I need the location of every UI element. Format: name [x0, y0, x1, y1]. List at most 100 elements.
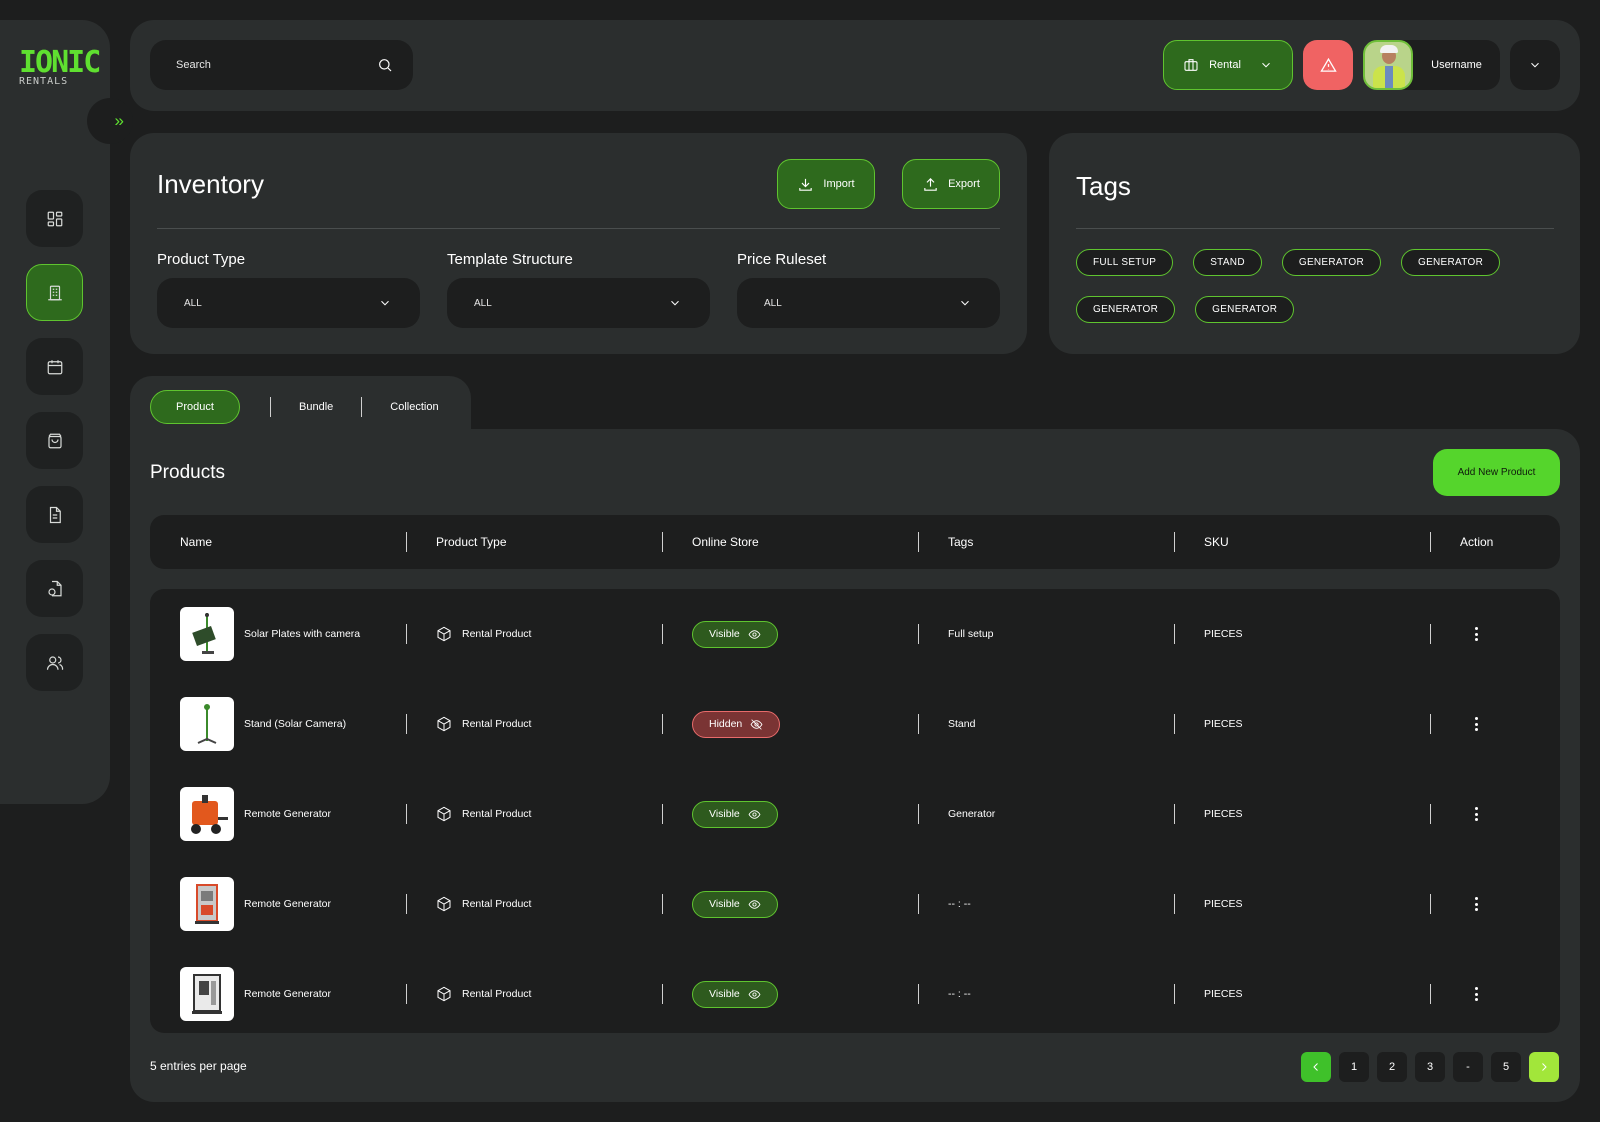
search-input[interactable] [176, 59, 356, 71]
column-header-name[interactable]: Name [180, 515, 212, 569]
column-divider [1430, 624, 1431, 644]
filter-label: Template Structure [447, 251, 573, 268]
more-options-icon[interactable] [1467, 715, 1485, 733]
action-cell [1467, 949, 1485, 1039]
page-button[interactable]: 1 [1339, 1052, 1369, 1082]
visibility-badge[interactable]: Visible [692, 620, 778, 648]
table-row[interactable]: Remote Generator Rental Product Visible … [150, 859, 1560, 949]
export-button[interactable]: Export [902, 159, 1000, 209]
user-profile[interactable]: Username [1363, 40, 1500, 90]
product-name[interactable]: Stand (Solar Camera) [244, 718, 346, 730]
column-divider [1174, 984, 1175, 1004]
filter-template-structure: Template Structure ALL [447, 251, 710, 328]
product-name[interactable]: Remote Generator [244, 988, 331, 1000]
next-page-button[interactable] [1529, 1052, 1559, 1082]
table-row[interactable]: Remote Generator Rental Product Visible … [150, 769, 1560, 859]
visibility-badge[interactable]: Visible [692, 800, 778, 828]
eye-icon [748, 989, 761, 999]
chevron-down-icon [1531, 62, 1539, 68]
user-menu-button[interactable] [1510, 40, 1560, 90]
tags-title: Tags [1076, 171, 1131, 201]
more-options-icon[interactable] [1467, 805, 1485, 823]
sidebar-item-orders[interactable] [26, 412, 83, 469]
brand-logo[interactable]: IONIC RENTALS [19, 48, 101, 88]
table-row[interactable]: Solar Plates with camera Rental Product … [150, 589, 1560, 679]
tag-chip[interactable]: GENERATOR [1281, 249, 1381, 276]
column-header-action: Action [1460, 535, 1494, 549]
add-new-product-button[interactable]: Add New Product [1433, 449, 1560, 496]
table-row[interactable]: Stand (Solar Camera) Rental Product Hidd… [150, 679, 1560, 769]
column-divider [406, 894, 407, 914]
table-row[interactable]: Remote Generator Rental Product Visible … [150, 949, 1560, 1039]
chevron-down-icon [671, 300, 679, 306]
more-options-icon[interactable] [1467, 625, 1485, 643]
page-button[interactable]: 5 [1491, 1052, 1521, 1082]
visibility-badge[interactable]: Visible [692, 980, 778, 1008]
sidebar-item-users[interactable] [26, 634, 83, 691]
column-divider [918, 624, 919, 644]
tag-chip[interactable]: FULL SETUP [1076, 249, 1174, 276]
column-header-product-type[interactable]: Product Type [436, 515, 507, 569]
action-cell [1467, 679, 1485, 769]
status-label: Visible [709, 628, 740, 640]
tag-chip[interactable]: GENERATOR [1076, 296, 1176, 323]
price-ruleset-select[interactable]: ALL [737, 278, 1000, 328]
filter-label: Product Type [157, 251, 246, 268]
page-button[interactable]: 3 [1415, 1052, 1445, 1082]
sidebar-item-dashboard[interactable] [26, 190, 83, 247]
product-type-select[interactable]: ALL [157, 278, 420, 328]
entries-per-page[interactable]: 5 entries per page [150, 1059, 247, 1073]
sidebar-toggle-button[interactable]: » [87, 98, 133, 144]
column-divider [406, 714, 407, 734]
more-options-icon[interactable] [1467, 895, 1485, 913]
name-cell: Stand (Solar Camera) [180, 679, 346, 769]
shopping-bag-icon [47, 433, 62, 448]
product-type: Rental Product [462, 718, 532, 730]
column-divider [662, 984, 663, 1004]
product-name[interactable]: Remote Generator [244, 898, 331, 910]
column-divider [1174, 532, 1175, 552]
more-options-icon[interactable] [1467, 985, 1485, 1003]
tab-bundle[interactable]: Bundle [299, 390, 333, 424]
previous-page-button[interactable] [1301, 1052, 1331, 1082]
product-name[interactable]: Solar Plates with camera [244, 628, 360, 640]
double-chevron-right-icon: » [114, 111, 124, 130]
column-divider [918, 984, 919, 1004]
products-title: Products [150, 462, 225, 483]
select-value: ALL [474, 297, 492, 309]
online-store-cell: Visible [692, 859, 778, 949]
tag-chip[interactable]: STAND [1193, 249, 1262, 276]
visibility-badge[interactable]: Hidden [692, 710, 781, 738]
page-ellipsis: - [1453, 1052, 1483, 1082]
table-body: Solar Plates with camera Rental Product … [150, 589, 1560, 1033]
product-name[interactable]: Remote Generator [244, 808, 331, 820]
visibility-badge[interactable]: Visible [692, 890, 778, 918]
column-divider [662, 714, 663, 734]
online-store-cell: Visible [692, 589, 778, 679]
sku-cell: PIECES [1204, 988, 1243, 1000]
column-header-tags[interactable]: Tags [948, 515, 973, 569]
alerts-button[interactable] [1303, 40, 1353, 90]
template-structure-select[interactable]: ALL [447, 278, 710, 328]
tag-chip[interactable]: GENERATOR [1400, 249, 1501, 276]
eye-off-icon [750, 718, 763, 730]
page-button[interactable]: 2 [1377, 1052, 1407, 1082]
inventory-panel: Inventory Import Export Product Type ALL… [130, 133, 1027, 354]
tab-product[interactable]: Product [150, 390, 240, 424]
column-divider [918, 894, 919, 914]
search-icon[interactable] [377, 57, 393, 73]
type-cell: Rental Product [436, 679, 531, 769]
sidebar-item-inventory[interactable] [26, 264, 83, 321]
tag-list: FULL SETUP STAND GENERATOR GENERATOR GEN… [1076, 249, 1546, 323]
sidebar-item-file-settings[interactable] [26, 560, 83, 617]
tag-chip[interactable]: GENERATOR [1195, 296, 1295, 323]
import-button[interactable]: Import [777, 159, 875, 209]
top-bar: Rental Username [130, 20, 1580, 111]
column-header-sku[interactable]: SKU [1204, 515, 1229, 569]
column-divider [406, 624, 407, 644]
column-header-online-store[interactable]: Online Store [692, 515, 759, 569]
sidebar-item-documents[interactable] [26, 486, 83, 543]
mode-dropdown[interactable]: Rental [1163, 40, 1293, 90]
tab-collection[interactable]: Collection [390, 390, 438, 424]
sidebar-item-calendar[interactable] [26, 338, 83, 395]
